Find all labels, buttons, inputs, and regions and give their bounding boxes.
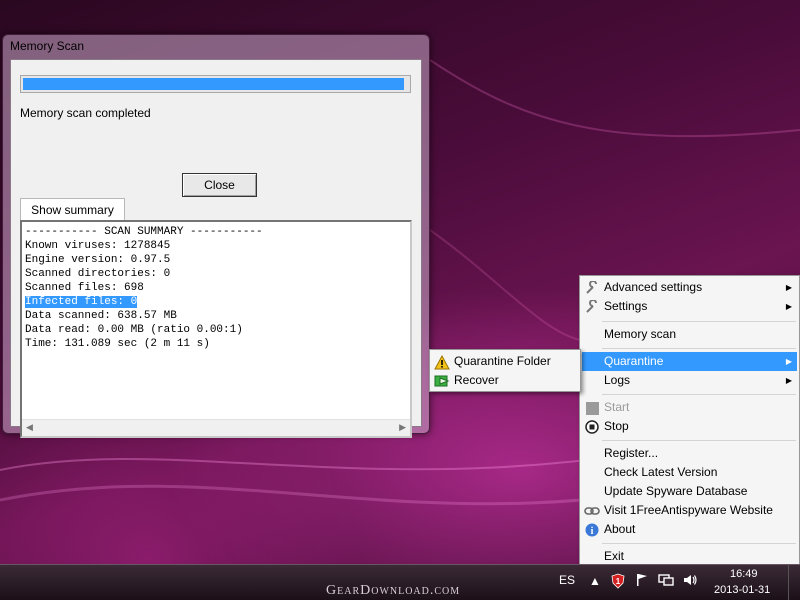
clock-time[interactable]: 16:49 [730,568,758,580]
log-line-selected: Infected files: 0 [25,296,138,308]
scroll-left-icon[interactable]: ◀ [26,422,33,433]
menu-item-label: Exit [604,549,625,563]
language-indicator[interactable]: ES [559,573,575,587]
menu-separator [602,348,796,349]
menu-item-logs[interactable]: Logs ▶ [582,371,797,390]
log-line: Engine version: 0.97.5 [25,254,171,266]
menu-item-label: Update Spyware Database [604,484,748,498]
menu-item-label: Stop [604,419,629,433]
menu-item-quarantine-folder[interactable]: Quarantine Folder [432,352,580,371]
menu-item-visit-website[interactable]: Visit 1FreeAntispyware Website [582,501,797,520]
log-line: Scanned files: 698 [25,282,144,294]
link-icon [584,503,600,519]
close-button[interactable]: Close [182,173,257,197]
menu-item-advanced-settings[interactable]: Advanced settings ▶ [582,278,797,297]
start-icon [584,400,600,416]
memory-scan-window: Memory Scan Memory scan completed Close … [2,34,430,438]
menu-separator [602,394,796,395]
submenu-arrow-icon: ▶ [785,376,792,385]
scan-progress-bar [20,75,411,93]
menu-item-label: Advanced settings [604,280,703,294]
antispyware-tray-icon[interactable]: 1 [610,573,626,589]
menu-separator [602,543,796,544]
menu-item-label: Quarantine [604,354,664,368]
menu-item-label: Check Latest Version [604,465,718,479]
submenu-arrow-icon: ▶ [785,283,792,292]
tab-show-summary[interactable]: Show summary [20,198,125,220]
menu-item-label: Settings [604,299,648,313]
menu-item-label: About [604,522,636,536]
wrench-icon [584,280,600,296]
log-line: ----------- SCAN SUMMARY ----------- [25,226,263,238]
svg-text:i: i [591,526,594,537]
menu-item-memory-scan[interactable]: Memory scan [582,325,797,344]
log-line: Known viruses: 1278845 [25,240,171,252]
warning-icon [434,354,450,370]
menu-item-quarantine[interactable]: Quarantine ▶ [582,352,797,371]
scan-progress-fill [23,78,404,90]
menu-item-start: Start [582,398,797,417]
show-desktop-button[interactable] [788,565,800,600]
scroll-right-icon[interactable]: ▶ [399,422,406,433]
window-title: Memory Scan [10,39,85,53]
menu-item-stop[interactable]: Stop [582,417,797,436]
flag-icon[interactable] [634,573,650,589]
menu-item-register[interactable]: Register... [582,444,797,463]
menu-item-recover[interactable]: Recover [432,371,580,390]
log-line: Data read: 0.00 MB (ratio 0.00:1) [25,324,243,336]
log-lines: ----------- SCAN SUMMARY ----------- Know… [25,225,263,351]
clock-date[interactable]: 2013-01-31 [714,584,770,596]
menu-separator [602,440,796,441]
menu-item-label: Memory scan [604,327,677,341]
menu-item-label: Register... [604,446,659,460]
network-icon[interactable] [658,573,674,589]
scan-summary-log[interactable]: ----------- SCAN SUMMARY ----------- Know… [20,220,412,438]
horizontal-scrollbar[interactable]: ◀ ▶ [22,419,410,436]
menu-item-label: Recover [454,373,499,387]
log-line: Scanned directories: 0 [25,268,171,280]
menu-item-label: Start [604,400,630,414]
tray-context-menu: Advanced settings ▶ Settings ▶ Memory sc… [579,275,800,570]
submenu-arrow-icon: ▶ [785,357,792,366]
submenu-arrow-icon: ▶ [785,302,792,311]
log-line: Data scanned: 638.57 MB [25,310,177,322]
menu-separator [602,321,796,322]
menu-item-update-spyware-database[interactable]: Update Spyware Database [582,482,797,501]
menu-item-label: Visit 1FreeAntispyware Website [604,503,773,517]
info-icon: i [584,522,600,538]
wrench-icon [584,299,600,315]
watermark: GearDownload.com [326,583,461,598]
log-line: Time: 131.089 sec (2 m 11 s) [25,338,210,350]
scan-status-text: Memory scan completed [20,106,151,120]
window-client-area: Memory scan completed Close Show summary… [10,59,422,438]
recover-icon [434,373,450,389]
stop-icon [584,419,600,435]
quarantine-submenu: Quarantine Folder Recover [429,349,581,392]
show-hidden-icons-icon[interactable]: ▲ [587,573,603,589]
taskbar: GearDownload.com ES ▲ 1 16:49 2013-01-31 [0,564,800,600]
menu-item-about[interactable]: i About [582,520,797,539]
menu-item-label: Logs [604,373,631,387]
menu-item-settings[interactable]: Settings ▶ [582,297,797,316]
volume-icon[interactable] [682,573,698,589]
menu-item-check-latest-version[interactable]: Check Latest Version [582,463,797,482]
notification-badge: 1 [616,577,621,586]
menu-item-label: Quarantine Folder [454,354,551,368]
